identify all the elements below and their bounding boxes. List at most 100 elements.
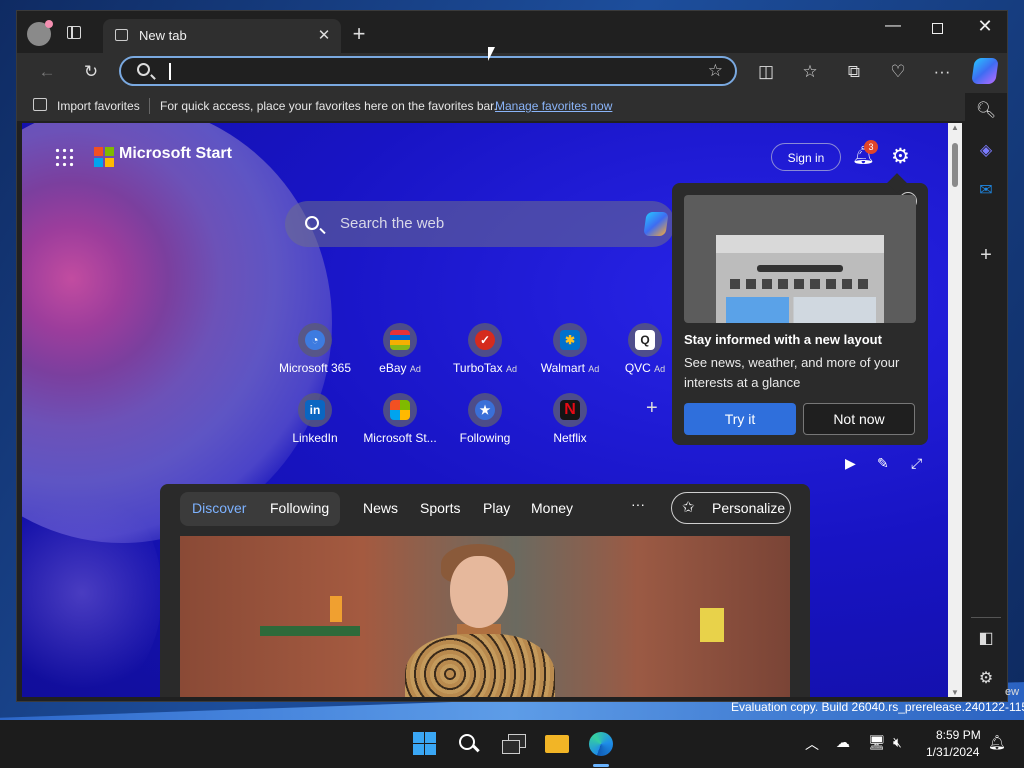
expand-icon[interactable]: ⤢ (911, 455, 922, 472)
collections-button[interactable]: ⧉ (842, 60, 866, 84)
refresh-button[interactable]: ↻ (79, 60, 103, 84)
sidebar-copilot-icon[interactable]: ◈ (974, 139, 998, 163)
quick-link-tile[interactable]: in LinkedIn (275, 393, 355, 445)
sidebar-search-icon[interactable]: 🔍︎ (974, 99, 998, 123)
news-feed: Discover Following News Sports Play Mone… (160, 484, 810, 697)
clock-time[interactable]: 8:59 PM (936, 728, 981, 742)
quick-link-tile[interactable]: Microsoft St... (360, 393, 440, 445)
tab-discover[interactable]: Discover (192, 500, 246, 516)
active-app-indicator (593, 764, 609, 767)
minimize-button[interactable]: — (883, 17, 903, 35)
sidebar-settings-icon[interactable]: ⚙ (974, 667, 998, 691)
quick-link-tile[interactable]: ✓ TurboTax Ad (445, 323, 525, 375)
web-search-box[interactable]: Search the web (285, 201, 675, 247)
task-view-button[interactable] (500, 730, 528, 758)
netflix-icon: N (560, 400, 580, 420)
tab-news[interactable]: News (363, 500, 398, 516)
personalize-button[interactable]: ✩ Personalize (671, 492, 791, 524)
scroll-down-arrow-icon[interactable]: ▼ (951, 688, 959, 697)
tab-close-icon[interactable]: ✕ (315, 26, 333, 44)
qvc-icon: Q (635, 330, 655, 350)
search-icon (137, 63, 150, 76)
notifications-icon[interactable]: 🔔︎ (988, 734, 1006, 751)
turbotax-icon: ✓ (475, 330, 495, 350)
tile-icon-circle (383, 323, 417, 357)
tab-following[interactable]: Following (270, 500, 329, 516)
edge-icon (589, 732, 613, 756)
search-placeholder: Search the web (340, 215, 445, 232)
sidebar-outlook-icon[interactable]: ✉ (974, 179, 998, 203)
favorites-bar: Import favorites For quick access, place… (17, 91, 1007, 121)
import-favorites-icon[interactable] (33, 98, 47, 111)
file-explorer-button[interactable] (543, 730, 571, 758)
tile-icon-circle: N (553, 393, 587, 427)
new-tab-button[interactable]: + (349, 21, 369, 47)
favorites-button[interactable]: ☆ (798, 60, 822, 84)
page-settings-gear-icon[interactable]: ⚙ (891, 144, 910, 169)
scrollbar-thumb[interactable] (952, 143, 958, 187)
onedrive-icon[interactable]: ☁ (836, 734, 850, 751)
quick-link-tile[interactable]: ★ Following (445, 393, 525, 445)
layout-preview-image (684, 195, 916, 323)
network-icon[interactable]: 🖥︎ (868, 734, 886, 751)
edge-browser-window: New tab ✕ + — ✕ ← ↻ ☆ ◫ ☆ ⧉ ♡ ··· Import… (16, 10, 1008, 702)
browser-toolbar: ← ↻ ☆ ◫ ☆ ⧉ ♡ ··· (17, 53, 1007, 91)
ebay-icon (390, 330, 410, 350)
back-button[interactable]: ← (35, 60, 59, 84)
feed-hero-image[interactable] (180, 536, 790, 697)
sidebar-divider (971, 617, 1001, 618)
tab-money[interactable]: Money (531, 500, 573, 516)
add-shortcut-button[interactable]: + (646, 397, 658, 420)
tab-new-tab[interactable]: New tab ✕ (103, 19, 341, 53)
quick-link-tile[interactable]: N Netflix (530, 393, 610, 445)
brand-title[interactable]: Microsoft Start (119, 145, 232, 163)
taskbar: ︿ ☁ 🖥︎ 🔇︎ 8:59 PM 1/31/2024 🔔︎ (0, 720, 1024, 768)
scroll-up-arrow-icon[interactable]: ▲ (951, 123, 959, 132)
browser-essentials-button[interactable]: ♡ (886, 60, 910, 84)
taskbar-search-button[interactable] (457, 730, 485, 758)
app-launcher-icon[interactable] (54, 147, 74, 167)
quick-link-tile[interactable]: ✱ Walmart Ad (530, 323, 610, 375)
address-bar[interactable]: ☆ (119, 56, 737, 86)
copilot-icon[interactable] (971, 58, 999, 84)
favorite-star-icon[interactable]: ☆ (708, 61, 723, 81)
tile-icon-circle: in (298, 393, 332, 427)
profile-avatar-button[interactable] (27, 20, 53, 46)
not-now-button[interactable]: Not now (803, 403, 915, 435)
clock-date[interactable]: 1/31/2024 (926, 745, 979, 759)
sidebar-add-icon[interactable]: + (974, 243, 998, 267)
volume-muted-icon[interactable]: 🔇︎ (893, 734, 902, 751)
microsoft-365-icon: ◔ (305, 330, 325, 350)
start-button[interactable] (411, 730, 439, 758)
maximize-button[interactable] (932, 23, 943, 34)
tab-sports[interactable]: Sports (420, 500, 460, 516)
import-favorites-link[interactable]: Import favorites (57, 99, 140, 113)
personalize-star-icon: ✩ (682, 499, 695, 516)
show-hidden-icons-chevron-icon[interactable]: ︿ (805, 734, 819, 754)
address-input[interactable] (165, 61, 689, 83)
manage-favorites-link[interactable]: Manage favorites now (495, 99, 612, 113)
text-cursor (169, 63, 171, 80)
tab-actions-icon[interactable] (67, 26, 81, 39)
tab-play[interactable]: Play (483, 500, 510, 516)
quick-link-tile[interactable]: ◔ Microsoft 365 (275, 323, 355, 375)
tile-label: Microsoft 365 (278, 361, 352, 375)
play-icon[interactable]: ▶ (845, 455, 856, 472)
settings-more-button[interactable]: ··· (930, 60, 954, 84)
quick-link-tile[interactable]: Q QVC Ad (615, 323, 675, 375)
sidebar-panel-icon[interactable]: ◧ (974, 627, 998, 651)
search-icon (305, 216, 319, 230)
copilot-search-icon[interactable] (643, 212, 669, 236)
split-screen-button[interactable]: ◫ (754, 60, 778, 84)
personalize-label: Personalize (712, 500, 786, 516)
tab-title: New tab (139, 28, 187, 43)
favorites-hint-text: For quick access, place your favorites h… (160, 99, 497, 113)
page-scrollbar[interactable]: ▲ ▼ (948, 123, 962, 697)
window-close-button[interactable]: ✕ (975, 16, 995, 37)
more-tabs-button[interactable]: ··· (631, 496, 645, 512)
edit-background-icon[interactable]: ✎ (877, 455, 889, 472)
edge-taskbar-button[interactable] (587, 730, 615, 758)
quick-link-tile[interactable]: eBay Ad (360, 323, 440, 375)
sign-in-button[interactable]: Sign in (771, 143, 841, 171)
try-it-button[interactable]: Try it (684, 403, 796, 435)
